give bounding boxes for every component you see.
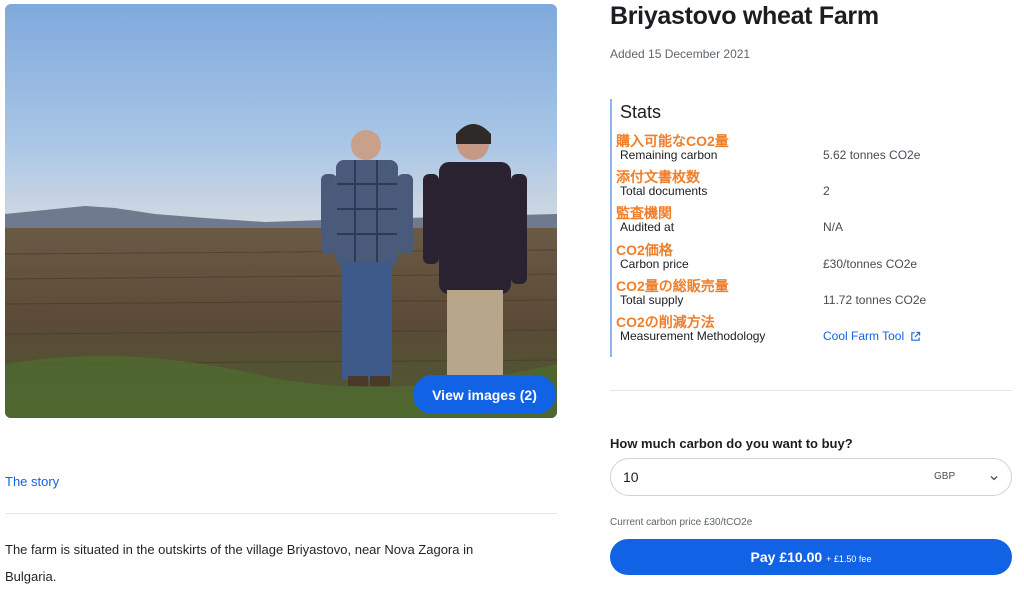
stat-label: Remaining carbon — [620, 148, 718, 162]
stat-value: £30/tonnes CO2e — [823, 257, 918, 271]
amount-field: GBP — [610, 458, 1012, 496]
page-title: Briyastovo wheat Farm — [610, 2, 879, 30]
farm-photo-image — [5, 4, 557, 418]
currency-select-label[interactable]: GBP — [934, 471, 955, 482]
stat-row-remaining-carbon: 購入可能なCO2量 Remaining carbon 5.62 tonnes C… — [612, 131, 1012, 167]
stat-value: 5.62 tonnes CO2e — [823, 148, 921, 162]
methodology-link-label: Cool Farm Tool — [823, 329, 905, 343]
stat-row-audited-at: 監査機関 Audited at N/A — [612, 203, 1012, 239]
stat-label: Total supply — [620, 293, 684, 307]
amount-input[interactable] — [623, 467, 823, 487]
buy-question-label: How much carbon do you want to buy? — [610, 436, 853, 451]
stat-value: 2 — [823, 184, 830, 198]
story-tab-link[interactable]: The story — [5, 474, 59, 489]
story-divider — [5, 513, 557, 514]
cool-farm-tool-link[interactable]: Cool Farm Tool — [823, 329, 921, 343]
stat-label: Total documents — [620, 184, 708, 198]
stat-row-carbon-price: CO2価格 Carbon price £30/tonnes CO2e — [612, 240, 1012, 276]
stat-label: Measurement Methodology — [620, 329, 766, 343]
methodology-link-wrapper: Cool Farm Tool — [823, 329, 921, 343]
pay-button-label: Pay £10.00 — [750, 549, 823, 565]
view-images-button[interactable]: View images (2) — [413, 375, 556, 414]
stat-value: N/A — [823, 220, 844, 234]
stat-row-measurement-methodology: CO2の削減方法 Measurement Methodology Cool Fa… — [612, 312, 1012, 348]
chevron-down-icon[interactable] — [989, 473, 999, 483]
current-price-note: Current carbon price £30/tCO2e — [610, 517, 753, 528]
stat-label: Carbon price — [620, 257, 689, 271]
pay-fee-label: + £1.50 fee — [826, 553, 872, 564]
external-link-icon — [911, 331, 921, 341]
stat-row-total-documents: 添付文書枚数 Total documents 2 — [612, 167, 1012, 203]
section-divider — [610, 390, 1012, 391]
stat-value: 11.72 tonnes CO2e — [823, 293, 927, 307]
stats-panel: Stats 購入可能なCO2量 Remaining carbon 5.62 to… — [610, 99, 1010, 357]
stat-label: Audited at — [620, 220, 675, 234]
stats-heading: Stats — [620, 102, 662, 122]
story-text: The farm is situated in the outskirts of… — [5, 542, 474, 584]
farm-photo[interactable]: View images (2) — [5, 4, 557, 418]
added-date: Added 15 December 2021 — [610, 47, 751, 61]
pay-button[interactable]: Pay £10.00 + £1.50 fee — [610, 539, 1012, 575]
stat-row-total-supply: CO2量の総販売量 Total supply 11.72 tonnes CO2e — [612, 276, 1012, 312]
